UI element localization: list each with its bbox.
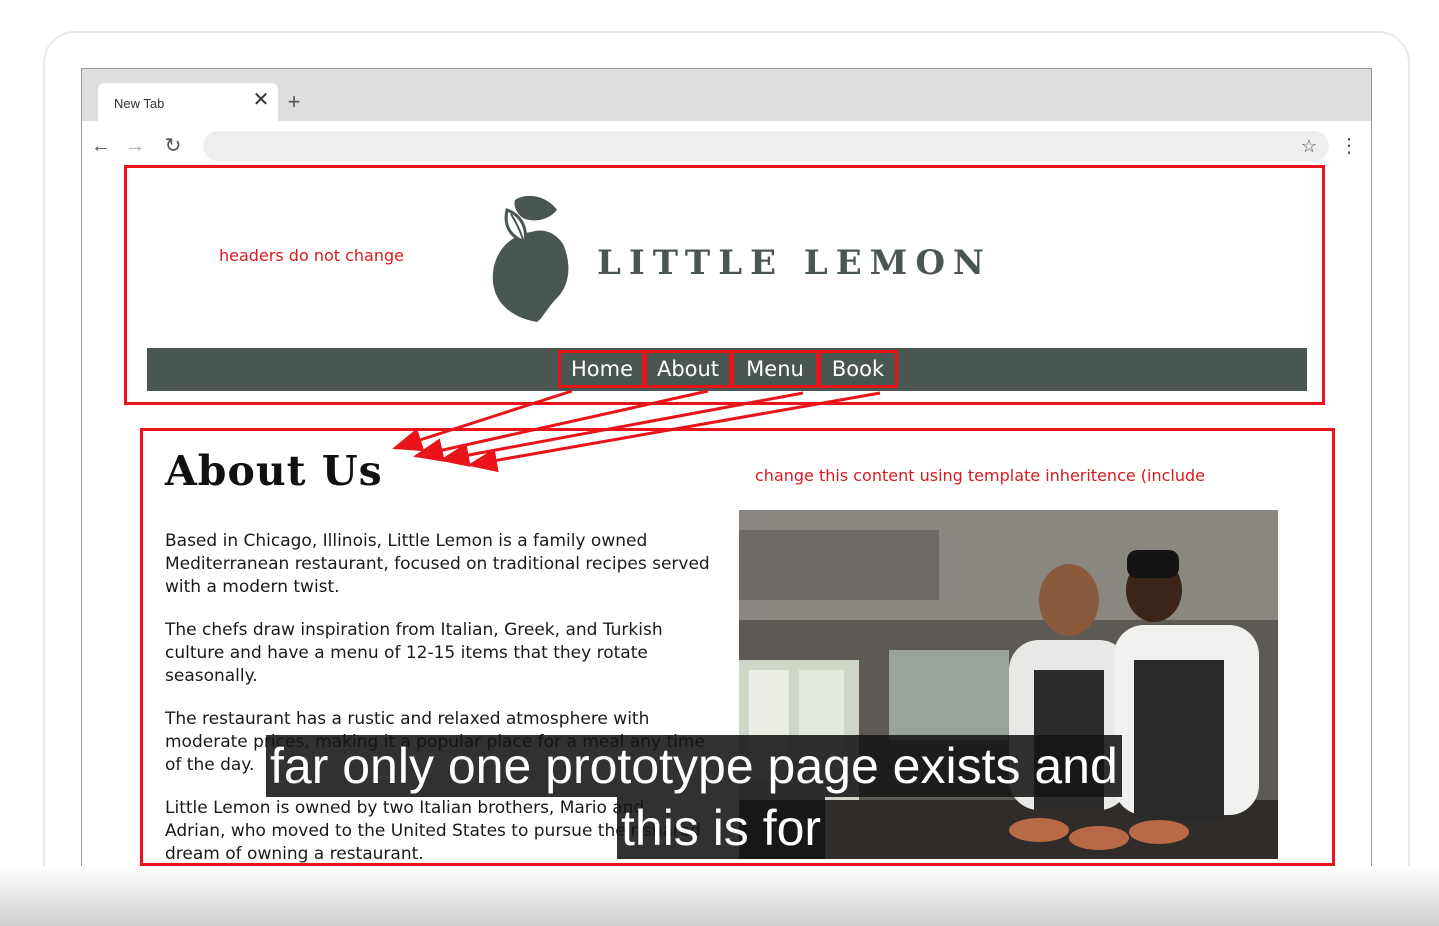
video-caption-line-1: far only one prototype page exists and bbox=[266, 735, 1122, 797]
nav-menu-highlight bbox=[731, 350, 819, 388]
back-arrow-icon[interactable]: ← bbox=[88, 133, 114, 159]
tab-title: New Tab bbox=[114, 96, 165, 111]
close-icon[interactable]: ✕ bbox=[250, 89, 272, 111]
annotation-content-note: change this content using template inher… bbox=[755, 466, 1205, 485]
nav-home-highlight bbox=[558, 350, 645, 388]
star-icon[interactable]: ☆ bbox=[1297, 134, 1321, 158]
video-caption-line-2: this is for bbox=[617, 797, 826, 859]
plus-icon[interactable]: + bbox=[283, 91, 305, 113]
tab-new-tab[interactable]: New Tab ✕ bbox=[98, 83, 278, 121]
annotation-header-note: headers do not change bbox=[219, 246, 404, 265]
tab-strip: New Tab ✕ + bbox=[82, 69, 1371, 121]
bottom-fade bbox=[0, 866, 1439, 926]
kebab-menu-icon[interactable]: ⋮ bbox=[1339, 133, 1359, 159]
forward-arrow-icon[interactable]: → bbox=[122, 133, 148, 159]
nav-about-highlight bbox=[644, 350, 732, 388]
reload-icon[interactable]: ↻ bbox=[160, 133, 186, 159]
browser-toolbar: ← → ↻ ☆ ⋮ bbox=[82, 121, 1371, 171]
nav-book-highlight bbox=[818, 350, 898, 388]
address-bar[interactable]: ☆ bbox=[203, 131, 1329, 161]
